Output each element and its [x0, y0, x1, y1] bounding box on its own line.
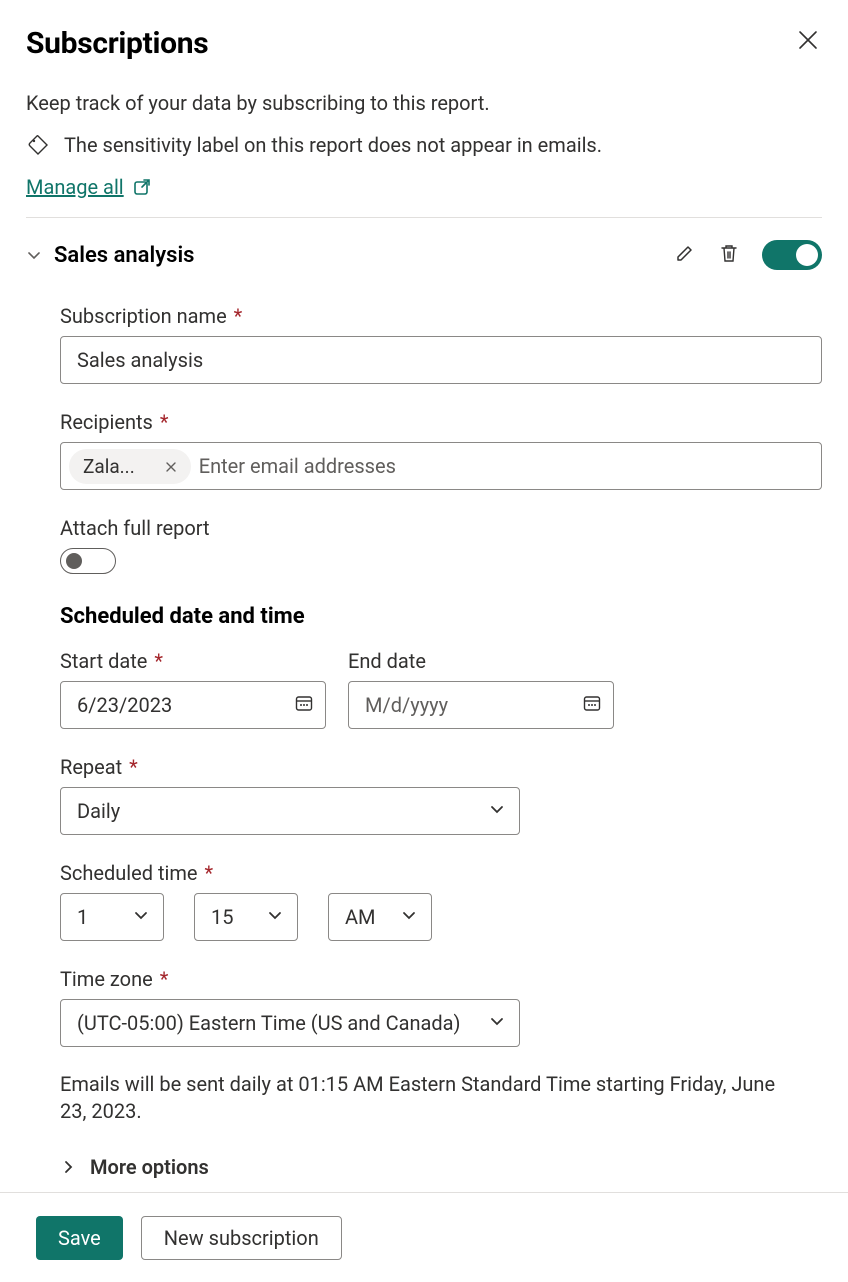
attach-full-report-toggle[interactable] — [60, 548, 116, 574]
tag-icon — [26, 133, 50, 157]
sensitivity-note-row: The sensitivity label on this report doe… — [26, 133, 822, 157]
manage-all-label: Manage all — [26, 175, 124, 199]
close-icon — [165, 461, 177, 473]
hour-select[interactable] — [60, 893, 164, 941]
more-options-label: More options — [90, 1155, 209, 1179]
recipients-label: Recipients * — [60, 410, 822, 434]
ampm-select[interactable] — [328, 893, 432, 941]
manage-all-link[interactable]: Manage all — [26, 175, 152, 199]
chevron-right-icon — [60, 1159, 76, 1175]
page-subtitle: Keep track of your data by subscribing t… — [26, 91, 822, 115]
repeat-label: Repeat * — [60, 755, 822, 779]
recipients-input[interactable] — [199, 454, 813, 478]
chip-remove-button[interactable] — [165, 455, 177, 478]
subscription-item-header[interactable]: Sales analysis — [26, 240, 822, 270]
footer: Save New subscription — [0, 1192, 848, 1282]
timezone-select[interactable] — [60, 999, 520, 1047]
schedule-section-title: Scheduled date and time — [60, 604, 822, 629]
end-date-label: End date — [348, 649, 614, 673]
delete-button[interactable] — [718, 242, 740, 268]
attach-full-report-label: Attach full report — [60, 516, 822, 540]
close-button[interactable] — [794, 26, 822, 58]
trash-icon — [718, 242, 740, 264]
subscription-name-input[interactable] — [60, 336, 822, 384]
start-date-input[interactable] — [60, 681, 326, 729]
external-link-icon — [132, 177, 152, 197]
subscription-name-label: Subscription name * — [60, 304, 822, 328]
minute-select[interactable] — [194, 893, 298, 941]
start-date-label: Start date * — [60, 649, 326, 673]
subscription-enabled-toggle[interactable] — [762, 240, 822, 270]
sensitivity-note-text: The sensitivity label on this report doe… — [64, 133, 602, 157]
schedule-summary: Emails will be sent daily at 01:15 AM Ea… — [60, 1071, 800, 1125]
more-options-toggle[interactable]: More options — [60, 1155, 822, 1179]
page-title: Subscriptions — [26, 26, 208, 61]
repeat-select[interactable] — [60, 787, 520, 835]
pencil-icon — [674, 242, 696, 264]
chevron-down-icon — [26, 247, 42, 263]
save-button[interactable]: Save — [36, 1216, 123, 1260]
recipient-chip-label: Zala... — [83, 455, 135, 478]
recipients-input-container[interactable]: Zala... — [60, 442, 822, 490]
scheduled-time-label: Scheduled time * — [60, 861, 822, 885]
close-icon — [798, 30, 818, 50]
subscription-item-title: Sales analysis — [54, 243, 674, 268]
recipient-chip[interactable]: Zala... — [69, 449, 191, 484]
edit-button[interactable] — [674, 242, 696, 268]
divider — [26, 217, 822, 218]
new-subscription-button[interactable]: New subscription — [141, 1216, 342, 1260]
timezone-label: Time zone * — [60, 967, 822, 991]
end-date-input[interactable] — [348, 681, 614, 729]
